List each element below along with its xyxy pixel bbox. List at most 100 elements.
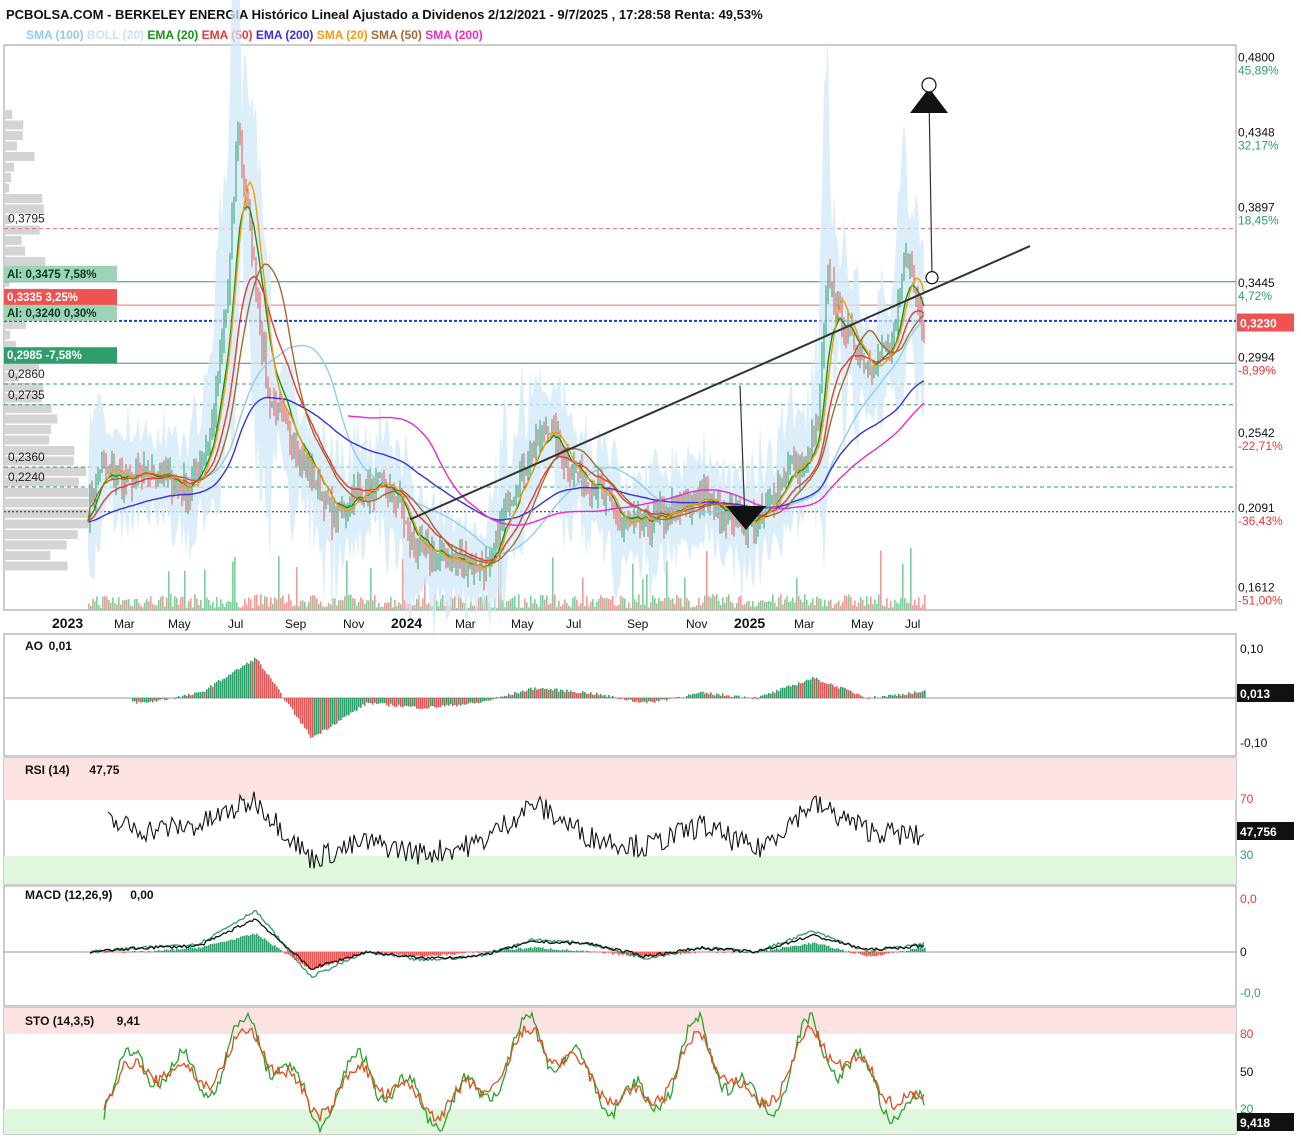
volume-bar [810, 602, 812, 610]
macd-panel[interactable]: MACD (12,26,9) 0,00 0,00-0,0 [3, 885, 1261, 1007]
volume-bar [644, 604, 646, 610]
ao-bar [418, 698, 420, 709]
ao-bar [906, 695, 908, 698]
ao-bar [720, 695, 722, 698]
volume-bar [750, 606, 752, 610]
volume-bar [342, 600, 344, 610]
volume-bar [608, 599, 610, 610]
ao-panel[interactable]: AO 0,01 0,10 -0,10 0,013 [3, 633, 1294, 757]
ao-bar [312, 698, 314, 738]
ao-bar [224, 678, 226, 698]
ao-bar [566, 689, 568, 699]
ao-bar [632, 698, 634, 702]
ao-bar [194, 692, 196, 698]
volume-bar [596, 602, 598, 610]
volume-bar [238, 607, 240, 610]
ao-bar [292, 698, 294, 710]
volume-bar [254, 595, 256, 610]
price-tick: 0,3897 [1238, 201, 1275, 215]
ao-bar [730, 697, 732, 699]
volume-bar [286, 602, 288, 610]
ao-bar [606, 696, 608, 699]
volume-bar [156, 605, 158, 610]
ao-bar [236, 668, 238, 698]
volume-bar [708, 596, 710, 610]
time-tick: 2024 [391, 615, 422, 631]
ao-bar [352, 698, 354, 712]
volume-bar [814, 604, 816, 610]
ao-bar [600, 694, 602, 699]
ao-bar [456, 698, 458, 707]
volume-bar [108, 600, 110, 610]
volume-bar [214, 607, 216, 610]
volume-bar [274, 597, 276, 610]
legend-item: BOLL (20) [87, 28, 147, 42]
volume-bar [102, 596, 104, 610]
ao-bar [536, 689, 538, 698]
sto-panel[interactable]: STO (14,3,5) 9,418050209,418 [3, 1007, 1294, 1135]
volume-bar [372, 600, 374, 610]
macd-histogram-bar [912, 948, 914, 953]
macd-histogram-bar [190, 947, 192, 953]
macd-histogram-bar [138, 951, 140, 952]
stock-chart: PCBOLSA.COM - BERKELEY ENERGIA Histórico… [3, 0, 1294, 1135]
ao-bar [886, 696, 888, 699]
macd-histogram-bar [702, 951, 704, 952]
overbought-zone [4, 1008, 1236, 1034]
macd-histogram-bar [886, 952, 888, 954]
volume-bar [184, 570, 186, 610]
ao-bar [318, 698, 320, 734]
macd-histogram-bar [180, 949, 182, 952]
ao-bar [386, 698, 388, 705]
macd-histogram-bar [812, 942, 814, 953]
volume-profile-bar [4, 330, 11, 340]
ao-bar [238, 669, 240, 699]
volume-bar [628, 602, 630, 610]
price-panel[interactable]: 0,3795 Al: 0,3475 7,58% 0,3335 3,25% Al: 0,… [3, 0, 1294, 644]
ao-bar [914, 691, 916, 699]
volume-bar [162, 595, 164, 610]
ao-bar [780, 688, 782, 699]
volume-bar [642, 579, 644, 610]
ao-bar [176, 697, 178, 698]
volume-bar [220, 599, 222, 610]
volume-bar [660, 600, 662, 610]
macd-histogram-bar [786, 947, 788, 953]
volume-bar [526, 602, 528, 610]
ao-bar [322, 698, 324, 730]
macd-histogram-bar [464, 952, 466, 953]
price-tick: 0,3445 [1238, 276, 1275, 290]
macd-histogram-bar [478, 952, 480, 953]
volume-bar [282, 595, 284, 610]
ao-bar [306, 698, 308, 730]
ao-bar [446, 698, 448, 705]
volume-bar [634, 599, 636, 610]
volume-bar [712, 594, 714, 610]
volume-bar [900, 598, 902, 610]
ao-bar [384, 698, 386, 704]
ao-bar [690, 695, 692, 698]
ao-bar [470, 698, 472, 703]
ao-bar [560, 689, 562, 699]
volume-bar [132, 606, 134, 610]
volume-bar [586, 596, 588, 610]
ao-bar [762, 695, 764, 698]
macd-histogram-bar [252, 933, 254, 952]
macd-histogram-bar [782, 946, 784, 952]
volume-bar [384, 602, 386, 610]
macd-histogram-bar [174, 950, 176, 952]
volume-bar [840, 605, 842, 610]
ao-bar [568, 691, 570, 698]
volume-bar [892, 607, 894, 610]
volume-bar [670, 599, 672, 610]
volume-bar [680, 598, 682, 610]
value-badge-label: 0,013 [1240, 687, 1270, 701]
volume-bar [266, 596, 268, 610]
macd-histogram-bar [520, 947, 522, 952]
volume-bar [898, 603, 900, 610]
ao-bar [360, 698, 362, 708]
macd-histogram-bar [460, 952, 462, 954]
current-price-label: 0,3230 [1240, 317, 1277, 331]
rsi-panel[interactable]: RSI (14) 47,75 70 30 47,756 [3, 757, 1294, 885]
volume-bar [216, 597, 218, 610]
